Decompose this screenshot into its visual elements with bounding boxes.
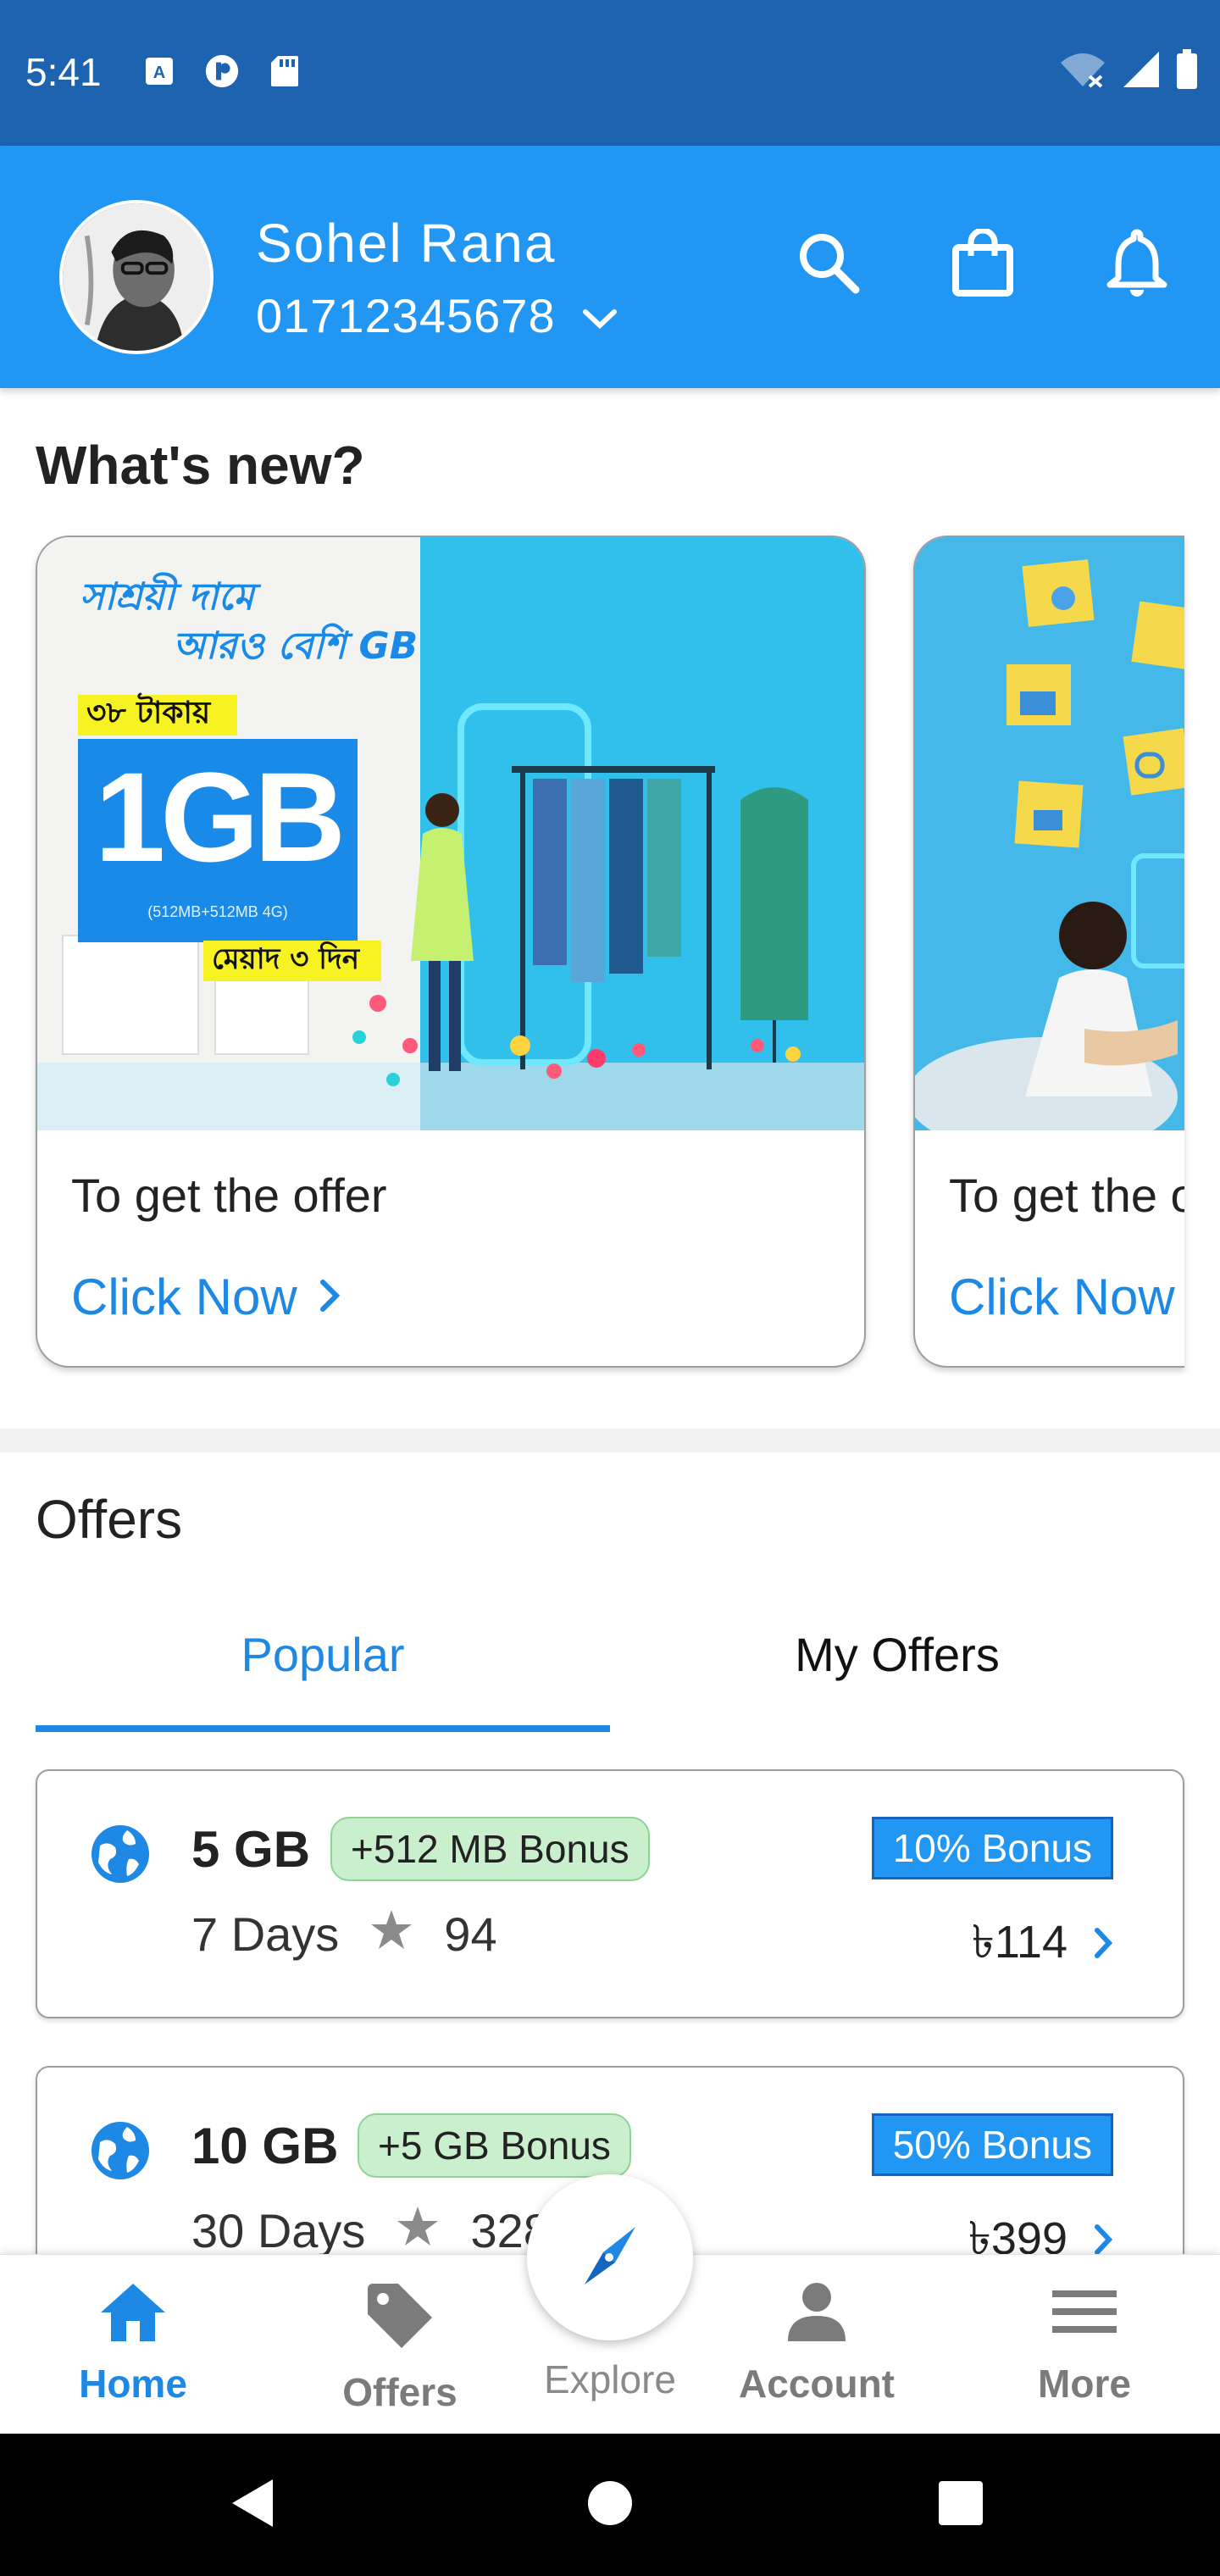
- offer-card[interactable]: 5 GB +512 MB Bonus 10% Bonus 7 Days 94 ৳…: [36, 1769, 1184, 2018]
- click-now-label[interactable]: Click Now: [71, 1268, 297, 1326]
- status-notification-icons: A: [142, 53, 302, 90]
- explore-fab[interactable]: [527, 2174, 693, 2340]
- home-icon[interactable]: [97, 2280, 169, 2352]
- offer-price-group[interactable]: ৳114: [972, 1907, 1113, 1983]
- banner-volume: 1GB: [94, 746, 346, 888]
- search-icon[interactable]: [795, 229, 862, 301]
- person-icon[interactable]: [781, 2280, 852, 2352]
- section-divider: [0, 1429, 1220, 1452]
- chevron-right-icon[interactable]: [318, 1268, 341, 1326]
- globe-icon: [88, 2118, 152, 2183]
- active-tab-indicator: [36, 1725, 610, 1732]
- globe-icon: [88, 1822, 152, 1886]
- svg-text:A: A: [153, 64, 165, 82]
- banner-price-tag: ৩৮ টাকায়: [86, 696, 211, 730]
- offer-price: ৳114: [972, 1917, 1068, 1968]
- signal-icon: [1122, 50, 1161, 93]
- banner-headline-1: সাশ্রয়ী দামে: [80, 575, 254, 619]
- nav-explore[interactable]: Explore: [517, 2357, 703, 2402]
- promo-text: To get the offer: [71, 1169, 387, 1222]
- app-header: Sohel Rana 01712345678: [0, 146, 1220, 388]
- nav-explore-label[interactable]: Explore: [544, 2357, 676, 2402]
- compass-icon[interactable]: [569, 2215, 651, 2301]
- sd-card-icon: [268, 53, 302, 90]
- banner-volume-detail: (512MB+512MB 4G): [147, 903, 288, 920]
- offer-percent-badge: 50% Bonus: [871, 2113, 1113, 2176]
- offers-title: Offers: [36, 1489, 183, 1550]
- menu-icon[interactable]: [1049, 2280, 1120, 2352]
- banner-headline-2: আরও বেশি GB: [173, 625, 419, 668]
- home-circle-icon[interactable]: [586, 2479, 634, 2531]
- offer-percent-badge: 10% Bonus: [871, 1817, 1113, 1879]
- cart-button[interactable]: [940, 222, 1025, 307]
- click-now-link[interactable]: Click Now: [949, 1268, 1175, 1326]
- star-icon: [396, 2203, 440, 2258]
- p-circle-icon: [205, 53, 239, 90]
- home-system-button[interactable]: [578, 2473, 642, 2537]
- status-system-icons: [1059, 49, 1198, 94]
- bell-icon[interactable]: [1105, 227, 1169, 303]
- offer-validity: 30 Days: [191, 2204, 366, 2257]
- phone-number: 01712345678: [256, 289, 556, 342]
- nav-more[interactable]: More: [991, 2280, 1178, 2407]
- notifications-button[interactable]: [1095, 222, 1179, 307]
- a-box-icon: A: [142, 53, 176, 90]
- shopping-bag-icon[interactable]: [951, 227, 1015, 301]
- offer-meta: 30 Days 328: [191, 2203, 550, 2258]
- nav-account[interactable]: Account: [724, 2280, 910, 2407]
- system-nav-bar: [0, 2434, 1220, 2576]
- wifi-off-icon: [1059, 51, 1106, 92]
- chevron-down-icon[interactable]: [581, 288, 618, 343]
- promo-card[interactable]: সাশ্রয়ী দামে আরও বেশি GB ৩৮ টাকায় 1GB …: [36, 536, 866, 1368]
- chevron-right-icon[interactable]: [1093, 1918, 1113, 1971]
- whats-new-title: What's new?: [36, 435, 365, 496]
- back-triangle-icon[interactable]: [227, 2476, 278, 2534]
- offer-volume: 10 GB: [191, 2118, 339, 2174]
- offer-volume: 5 GB: [191, 1821, 311, 1878]
- nav-offers[interactable]: Offers: [307, 2280, 493, 2415]
- user-name: Sohel Rana: [256, 213, 557, 274]
- offer-bonus-chip: +5 GB Bonus: [358, 2113, 631, 2178]
- tab-popular[interactable]: Popular: [36, 1627, 610, 1682]
- tag-icon[interactable]: [364, 2280, 435, 2361]
- nav-offers-label[interactable]: Offers: [342, 2369, 457, 2415]
- status-time: 5:41: [25, 50, 102, 94]
- promo-text: To get the offer: [949, 1169, 1184, 1222]
- number-selector[interactable]: 01712345678: [256, 288, 618, 343]
- promo-card[interactable]: To get the offer Click Now: [913, 536, 1184, 1368]
- search-button[interactable]: [786, 222, 871, 307]
- click-now-label[interactable]: Click Now: [949, 1268, 1175, 1326]
- offer-validity: 7 Days: [191, 1907, 340, 1961]
- offer-meta: 7 Days 94: [191, 1907, 497, 1962]
- tab-my-offers[interactable]: My Offers: [610, 1627, 1184, 1682]
- nav-home[interactable]: Home: [40, 2280, 226, 2407]
- battery-icon: [1176, 49, 1198, 94]
- nav-account-label[interactable]: Account: [739, 2361, 895, 2407]
- promo-banner-image[interactable]: সাশ্রয়ী দামে আরও বেশি GB ৩৮ টাকায় 1GB …: [37, 537, 864, 1130]
- back-button[interactable]: [220, 2473, 285, 2537]
- banner-validity: মেয়াদ ৩ দিন: [212, 941, 360, 976]
- promo-banner-image[interactable]: [915, 537, 1184, 1130]
- nav-home-label[interactable]: Home: [79, 2361, 187, 2407]
- offer-rating: 94: [444, 1907, 497, 1961]
- star-icon: [369, 1907, 413, 1962]
- avatar[interactable]: [59, 200, 214, 354]
- offer-bonus-chip: +512 MB Bonus: [330, 1817, 650, 1881]
- click-now-link[interactable]: Click Now: [71, 1268, 341, 1326]
- status-bar: 5:41 A: [0, 0, 1220, 146]
- recents-button[interactable]: [929, 2473, 993, 2537]
- nav-more-label[interactable]: More: [1038, 2361, 1131, 2407]
- recents-square-icon[interactable]: [937, 2479, 984, 2531]
